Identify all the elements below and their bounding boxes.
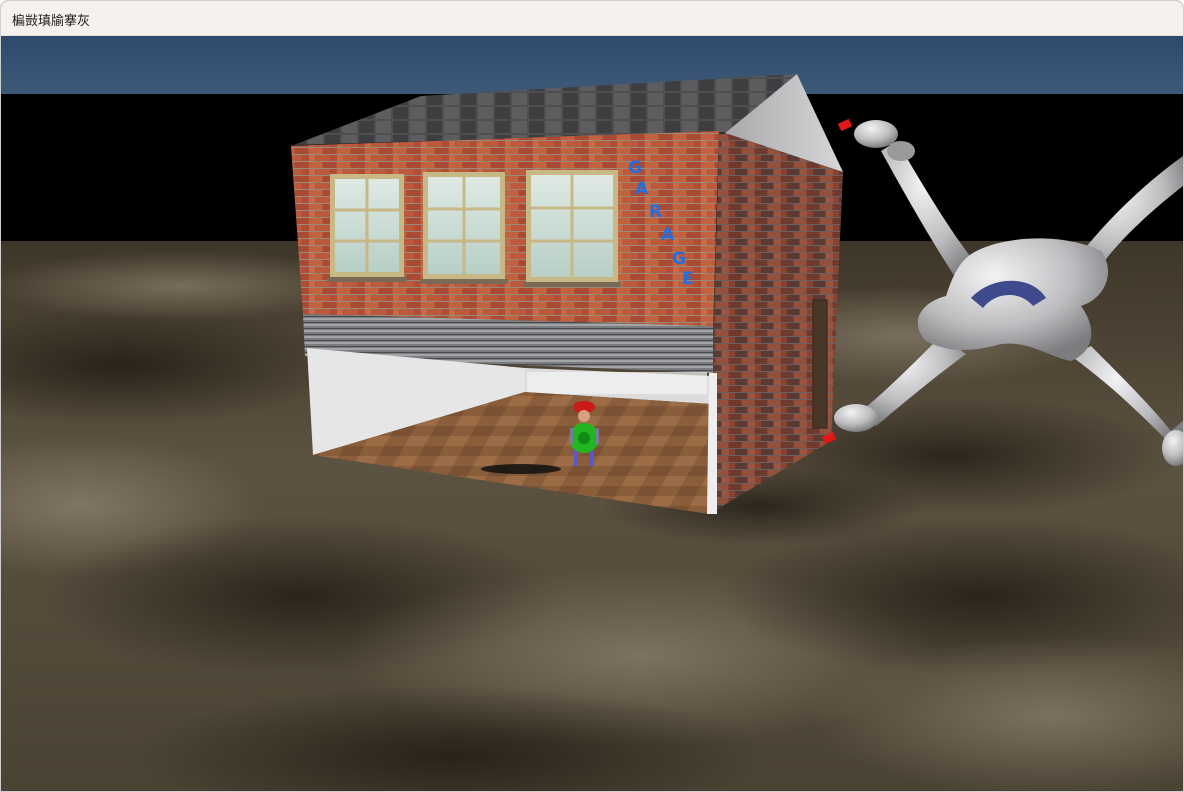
window-left	[327, 174, 407, 282]
sign-letter-2: A	[635, 179, 649, 199]
window-middle	[420, 172, 508, 284]
side-door[interactable]	[812, 299, 828, 429]
character-shadow	[481, 464, 561, 474]
window-right	[523, 170, 621, 287]
3d-viewport[interactable]: G A R A G E	[1, 36, 1183, 792]
app-window: 楄敱瑱牏搴灰 G A R A G E	[0, 0, 1184, 792]
sign-letter-5: G	[672, 249, 686, 269]
sign-letter-1: G	[628, 158, 642, 178]
sign-letter-4: A	[661, 225, 675, 245]
sign-letter-3: R	[649, 202, 662, 222]
scene-canvas[interactable]: G A R A G E	[1, 36, 1183, 792]
title-bar[interactable]: 楄敱瑱牏搴灰	[1, 1, 1183, 36]
window-title: 楄敱瑱牏搴灰	[12, 14, 91, 29]
garage-building[interactable]: G A R A G E	[290, 74, 843, 514]
sign-letter-6: E	[682, 269, 694, 289]
